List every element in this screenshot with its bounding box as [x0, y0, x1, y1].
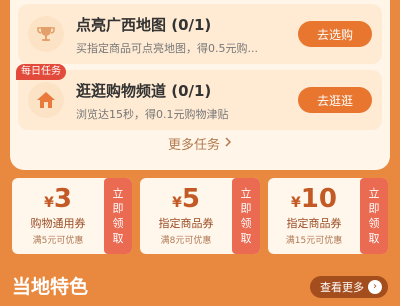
see-more-button[interactable]: 查看更多 › [310, 276, 388, 298]
coupon-card: ¥5 指定商品券 满8元可优惠 立 即 领 取 [140, 178, 260, 254]
claim-coupon-button[interactable]: 立 即 领 取 [104, 178, 132, 254]
more-tasks-link[interactable]: 更多任务 [10, 134, 390, 153]
coupon-condition: 满8元可优惠 [160, 236, 212, 246]
local-specialties-title: 当地特色 [12, 276, 89, 298]
task-item-light-map: 点亮广西地图 (0/1) 买指定商品可点亮地图，得0.5元购... 去选购 [18, 4, 382, 64]
coupon-name: 购物通用券 [30, 217, 86, 230]
trophy-icon [28, 16, 64, 52]
coupon-amount: ¥10 [291, 184, 337, 214]
task-description: 买指定商品可点亮地图，得0.5元购... [76, 42, 258, 55]
coupon-name: 指定商品券 [158, 217, 214, 230]
coupon-amount: ¥5 [172, 184, 200, 214]
coupon-name: 指定商品券 [286, 217, 342, 230]
coupon-condition: 满15元可优惠 [285, 236, 343, 246]
see-more-label: 查看更多 [320, 281, 364, 294]
task-description: 浏览达15秒，得0.1元购物津贴 [76, 108, 229, 121]
go-browse-button[interactable]: 去逛逛 [298, 87, 372, 113]
go-shop-button[interactable]: 去选购 [298, 21, 372, 47]
coupon-condition: 满5元可优惠 [32, 236, 84, 246]
more-tasks-label: 更多任务 [167, 138, 220, 153]
claim-coupon-button[interactable]: 立 即 领 取 [232, 178, 260, 254]
task-item-browse-channel: 每日任务 逛逛购物频道 (0/1) 浏览达15秒，得0.1元购物津贴 去逛逛 [16, 64, 382, 130]
task-title: 点亮广西地图 (0/1) [76, 16, 212, 34]
chevron-right-icon [224, 136, 232, 151]
claim-coupon-button[interactable]: 立 即 领 取 [360, 178, 388, 254]
home-icon [28, 82, 64, 118]
arrow-right-icon: › [368, 280, 382, 294]
task-title: 逛逛购物频道 (0/1) [76, 82, 212, 100]
coupon-card: ¥10 指定商品券 满15元可优惠 立 即 领 取 [268, 178, 388, 254]
coupon-amount: ¥3 [44, 184, 72, 214]
tasks-card: 点亮广西地图 (0/1) 买指定商品可点亮地图，得0.5元购... 去选购 每日… [10, 0, 390, 170]
daily-task-badge: 每日任务 [16, 64, 66, 80]
coupon-card: ¥3 购物通用券 满5元可优惠 立 即 领 取 [12, 178, 132, 254]
